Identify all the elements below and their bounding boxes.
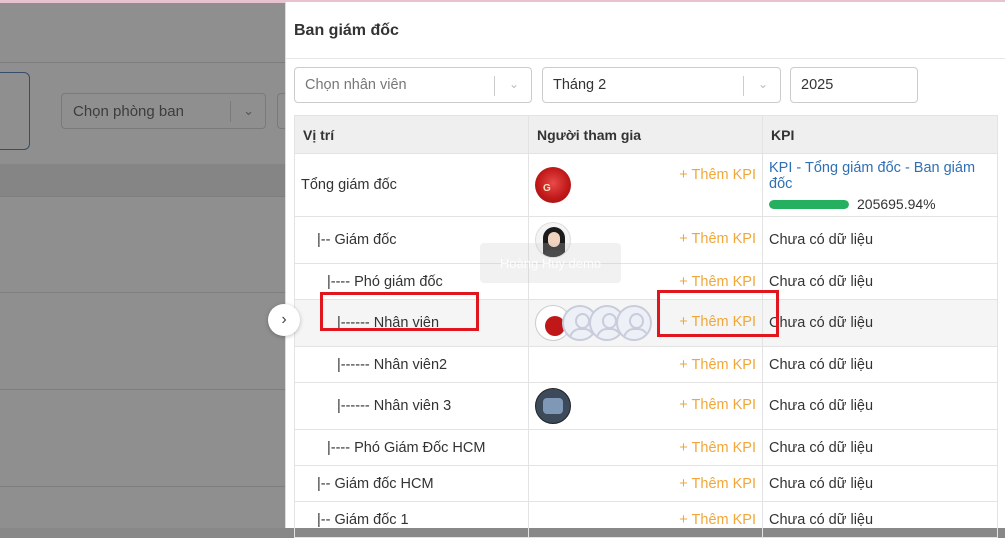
- kpi-link[interactable]: KPI - Tổng giám đốc - Ban giám đốc: [769, 160, 991, 192]
- kpi-cell: Chưa có dữ liệu: [762, 465, 998, 502]
- divider: [0, 292, 287, 293]
- kpi-progress: 205695.94%: [769, 196, 991, 212]
- kpi-cell: Chưa có dữ liệu: [762, 382, 998, 430]
- participants-cell: + Thêm KPI: [528, 153, 763, 217]
- add-kpi-button[interactable]: + Thêm KPI: [679, 476, 756, 492]
- table-row: |-- Giám đốc 1 + Thêm KPI Chưa có dữ liệ…: [294, 501, 998, 538]
- highlight-box-add-kpi: [657, 290, 779, 337]
- divider: [0, 62, 287, 63]
- add-kpi-button[interactable]: + Thêm KPI: [679, 357, 756, 373]
- participants-cell: + Thêm KPI: [528, 501, 763, 538]
- table-row: Tổng giám đốc + Thêm KPI KPI - Tổng giám…: [294, 153, 998, 217]
- kpi-cell: Chưa có dữ liệu: [762, 501, 998, 538]
- chevron-down-icon: ⌄: [508, 77, 519, 91]
- kpi-cell: Chưa có dữ liệu: [762, 346, 998, 383]
- progress-track: [769, 199, 849, 209]
- divider: [0, 486, 287, 487]
- participants-cell: + Thêm KPI: [528, 346, 763, 383]
- department-select[interactable]: Chọn phòng ban ⌄: [61, 93, 266, 129]
- kpi-cell: Chưa có dữ liệu: [762, 263, 998, 300]
- participants-cell: + Thêm KPI: [528, 465, 763, 502]
- header-kpi: KPI: [762, 115, 998, 154]
- department-select-placeholder: Chọn phòng ban: [73, 102, 184, 120]
- progress-percent: 205695.94%: [857, 196, 936, 212]
- table-row: |------ Nhân viên 3 + Thêm KPI Chưa có d…: [294, 382, 998, 430]
- backdrop-card: [0, 72, 30, 150]
- add-kpi-button[interactable]: + Thêm KPI: [679, 274, 756, 290]
- year-input-value: 2025: [801, 77, 834, 93]
- watermark-toast: Hoàng Huy demo: [480, 243, 621, 283]
- participants-cell: + Thêm KPI: [528, 382, 763, 430]
- table-row: |---- Phó Giám Đốc HCM + Thêm KPI Chưa c…: [294, 429, 998, 466]
- table-row: |-- Giám đốc HCM + Thêm KPI Chưa có dữ l…: [294, 465, 998, 502]
- add-kpi-button[interactable]: + Thêm KPI: [679, 167, 756, 183]
- employee-select[interactable]: Chọn nhân viên ⌄: [294, 67, 532, 103]
- add-kpi-button[interactable]: + Thêm KPI: [679, 512, 756, 528]
- highlight-box-position: [320, 292, 479, 331]
- kpi-cell: Chưa có dữ liệu: [762, 299, 998, 347]
- divider: [0, 389, 287, 390]
- divider: [286, 58, 1005, 59]
- position-cell: |------ Nhân viên 3: [294, 382, 529, 430]
- position-cell: |-- Giám đốc HCM: [294, 465, 529, 502]
- table-header-row: Vị trí Người tham gia KPI: [294, 115, 998, 154]
- kpi-drawer: Ban giám đốc Chọn nhân viên ⌄ Tháng 2 ⌄ …: [285, 2, 1005, 538]
- header-participants: Người tham gia: [528, 115, 763, 154]
- kpi-cell: Chưa có dữ liệu: [762, 216, 998, 264]
- employee-select-placeholder: Chọn nhân viên: [305, 77, 407, 93]
- add-kpi-button[interactable]: + Thêm KPI: [679, 231, 756, 247]
- table-row: |-- Giám đốc + Thêm KPI Chưa có dữ liệu: [294, 216, 998, 264]
- placeholder-avatar[interactable]: [616, 305, 652, 341]
- chevron-down-icon: ⌄: [757, 77, 768, 91]
- chevron-down-icon: ⌄: [243, 103, 254, 118]
- position-cell: |---- Phó Giám Đốc HCM: [294, 429, 529, 466]
- add-kpi-button[interactable]: + Thêm KPI: [679, 397, 756, 413]
- position-cell: Tổng giám đốc: [294, 153, 529, 217]
- header-position: Vị trí: [294, 115, 529, 154]
- kpi-cell: Chưa có dữ liệu: [762, 429, 998, 466]
- avatar[interactable]: [535, 167, 571, 203]
- drawer-title: Ban giám đốc: [294, 22, 399, 39]
- backdrop-table-header: [0, 164, 287, 197]
- progress-fill: [769, 199, 849, 209]
- month-select[interactable]: Tháng 2 ⌄: [542, 67, 781, 103]
- avatar[interactable]: [535, 388, 571, 424]
- table-row: |------ Nhân viên2 + Thêm KPI Chưa có dữ…: [294, 346, 998, 383]
- divider: [0, 196, 287, 197]
- participants-cell: + Thêm KPI: [528, 429, 763, 466]
- chevron-right-icon: ›: [281, 311, 287, 328]
- month-select-value: Tháng 2: [553, 77, 607, 93]
- kpi-cell: KPI - Tổng giám đốc - Ban giám đốc 20569…: [762, 153, 998, 217]
- year-input[interactable]: 2025: [790, 67, 918, 103]
- add-kpi-button[interactable]: + Thêm KPI: [679, 440, 756, 456]
- position-cell: |------ Nhân viên2: [294, 346, 529, 383]
- position-cell: |-- Giám đốc 1: [294, 501, 529, 538]
- collapse-drawer-button[interactable]: ›: [268, 304, 300, 336]
